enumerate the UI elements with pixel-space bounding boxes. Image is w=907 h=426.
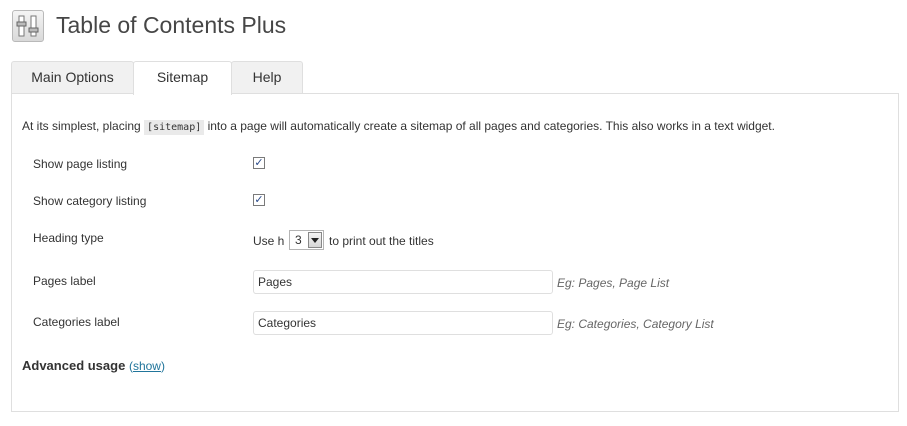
heading-type-suffix: to print out the titles: [329, 234, 434, 248]
show-category-listing-checkbox[interactable]: ✓: [253, 194, 265, 206]
sitemap-shortcode: [sitemap]: [144, 120, 205, 135]
heading-type-prefix: Use h: [253, 234, 285, 248]
intro-text-before: At its simplest, placing: [22, 119, 145, 133]
heading-level-select[interactable]: 3: [289, 230, 324, 250]
close-paren: ): [160, 359, 165, 373]
heading-type-label: Heading type: [33, 231, 104, 245]
tab-main-options[interactable]: Main Options: [11, 61, 134, 94]
page-title: Table of Contents Plus: [56, 12, 287, 38]
chevron-down-icon[interactable]: [308, 232, 322, 248]
advanced-usage-label: Advanced usage: [22, 358, 126, 373]
sitemap-panel: At its simplest, placing [sitemap] into …: [11, 93, 899, 412]
intro-text-after: into a page will automatically create a …: [204, 119, 775, 133]
categories-label-input[interactable]: [253, 311, 553, 335]
tab-sitemap[interactable]: Sitemap: [133, 61, 232, 95]
advanced-usage-heading: Advanced usage (show): [22, 358, 165, 373]
advanced-usage-show-link[interactable]: show: [133, 359, 161, 373]
heading-level-value: 3: [295, 233, 302, 247]
show-category-listing-label: Show category listing: [33, 194, 147, 208]
pages-label-hint: Eg: Pages, Page List: [557, 276, 670, 290]
intro-text: At its simplest, placing [sitemap] into …: [22, 119, 775, 135]
categories-label-label: Categories label: [33, 315, 120, 329]
settings-sliders-icon: [12, 10, 44, 42]
categories-label-hint: Eg: Categories, Category List: [557, 317, 714, 331]
pages-label-label: Pages label: [33, 274, 96, 288]
show-page-listing-label: Show page listing: [33, 157, 128, 171]
tab-help[interactable]: Help: [231, 61, 303, 94]
show-page-listing-checkbox[interactable]: ✓: [253, 157, 265, 169]
pages-label-input[interactable]: [253, 270, 553, 294]
